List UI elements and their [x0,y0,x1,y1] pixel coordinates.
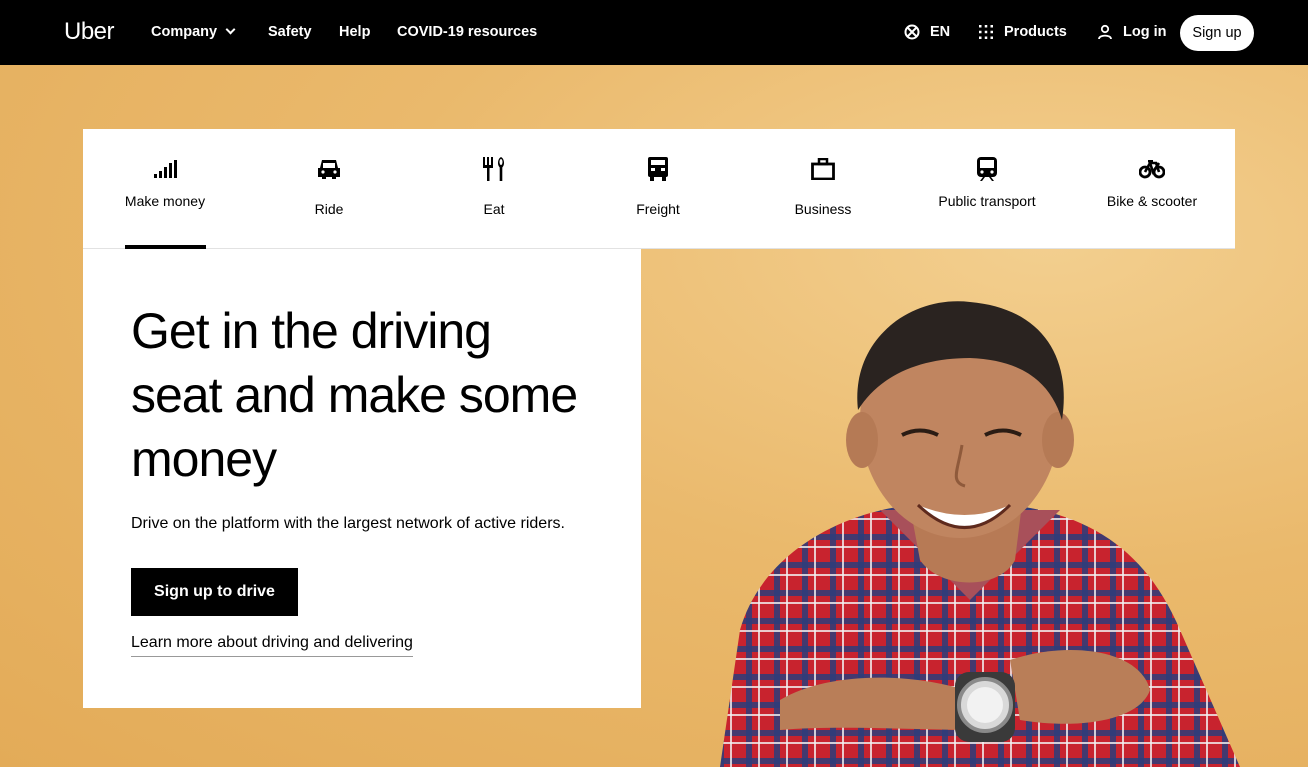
learn-more-link[interactable]: Learn more about driving and delivering [131,634,413,657]
signal-bars-icon [154,160,177,178]
login-link[interactable]: Log in [1097,24,1167,40]
language-label: EN [930,24,951,40]
products-label: Products [1004,24,1067,40]
hero-photo-person [720,301,1240,767]
tab-ride-label: Ride [314,201,344,217]
tab-ride[interactable]: Ride [247,129,411,249]
tab-eat-label: Eat [483,201,505,217]
bicycle-icon [1139,160,1165,179]
truck-icon [648,157,668,181]
uber-logo[interactable]: Uber [64,18,115,46]
products-menu[interactable]: Products [978,24,1067,40]
tab-bike-scooter-label: Bike & scooter [1106,193,1198,209]
tab-business[interactable]: Business [741,129,905,249]
car-icon [318,160,340,179]
nav-help[interactable]: Help [339,24,370,40]
nav-safety[interactable]: Safety [268,24,312,40]
hero-card: Get in the driving seat and make some mo… [83,249,641,708]
tab-freight-label: Freight [636,201,680,217]
tab-make-money-label: Make money [124,193,206,209]
top-navigation-bar: Uber Company Safety Help COVID-19 resour… [0,0,1308,65]
user-icon [1098,24,1112,40]
login-label: Log in [1123,24,1167,40]
tab-public-transport[interactable]: Public transport [905,129,1069,249]
chevron-down-icon [225,24,236,35]
sign-up-button[interactable]: Sign up [1180,15,1254,51]
briefcase-icon [811,158,835,180]
tab-make-money[interactable]: Make money [83,129,247,249]
train-icon [977,157,997,181]
nav-covid-resources[interactable]: COVID-19 resources [397,24,537,40]
grid-menu-icon [979,25,993,39]
product-tabs: Make money Ride Eat Freight Business Pub… [83,129,1235,249]
hero-subtext: Drive on the platform with the largest n… [131,515,565,532]
fork-knife-icon [483,157,504,181]
nav-company[interactable]: Company [151,24,236,40]
tab-eat[interactable]: Eat [412,129,576,249]
sign-up-to-drive-button[interactable]: Sign up to drive [131,568,298,616]
tab-public-transport-label: Public transport [938,193,1036,209]
hero-headline: Get in the driving seat and make some mo… [131,303,578,487]
tab-business-label: Business [794,201,852,217]
language-selector[interactable]: EN [904,24,950,40]
globe-icon [904,24,920,40]
tab-bike-scooter[interactable]: Bike & scooter [1070,129,1234,249]
nav-company-label: Company [151,24,218,40]
tab-freight[interactable]: Freight [576,129,740,249]
